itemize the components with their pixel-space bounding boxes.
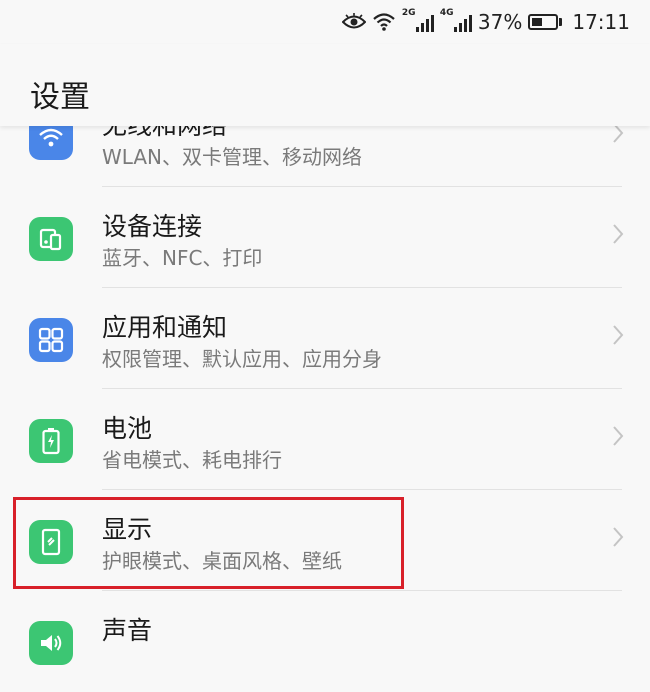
settings-item-sound[interactable]: 声音 [0,591,650,692]
eye-comfort-icon [341,13,366,31]
page-title: 设置 [30,80,90,115]
app-header: 设置 [0,44,650,126]
signal-sim1-icon: 2G [402,8,434,32]
apps-grid-icon [29,318,73,362]
chevron-right-icon [612,526,624,552]
settings-item-battery[interactable]: 电池 省电模式、耗电排行 [0,389,650,490]
battery-percent: 37% [477,10,523,34]
sound-icon [29,621,73,665]
item-subtitle: 护眼模式、桌面风格、壁纸 [102,549,342,573]
clock: 17:11 [572,10,630,34]
signal-sim2-icon: 4G [440,8,472,32]
item-title: 应用和通知 [102,313,228,342]
item-subtitle: 蓝牙、NFC、打印 [102,246,263,270]
item-title: 电池 [102,414,153,443]
item-subtitle: 权限管理、默认应用、应用分身 [102,347,382,371]
item-title: 设备连接 [102,212,203,241]
item-title: 声音 [102,616,153,645]
settings-item-apps-notifications[interactable]: 应用和通知 权限管理、默认应用、应用分身 [0,288,650,389]
settings-list: 无线和网络 WLAN、双卡管理、移动网络 设备连接 蓝牙、NFC、打印 应用和通… [0,86,650,692]
status-bar: 2G 4G 37% 17:11 [0,0,650,44]
settings-item-display[interactable]: 显示 护眼模式、桌面风格、壁纸 [0,490,650,591]
sim1-network-type: 2G [401,8,416,18]
chevron-right-icon [612,324,624,350]
device-connect-icon [29,217,73,261]
chevron-right-icon [612,223,624,249]
sim2-network-type: 4G [439,8,454,18]
item-subtitle: WLAN、双卡管理、移动网络 [102,145,363,169]
item-subtitle: 省电模式、耗电排行 [102,448,282,472]
chevron-right-icon [612,425,624,451]
battery-status-icon [528,14,563,30]
item-title: 显示 [102,515,153,544]
wifi-status-icon [372,12,396,32]
settings-item-device-connection[interactable]: 设备连接 蓝牙、NFC、打印 [0,187,650,288]
display-icon [29,520,73,564]
battery-icon [29,419,73,463]
